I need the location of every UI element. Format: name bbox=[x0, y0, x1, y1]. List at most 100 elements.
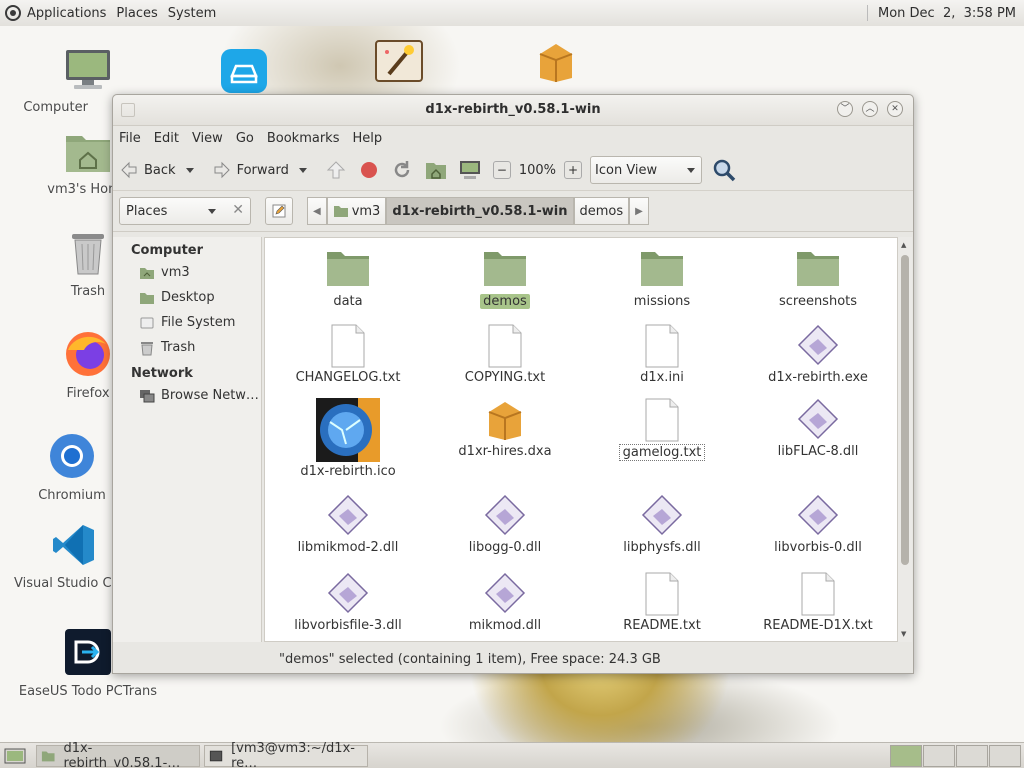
scroll-down-icon[interactable]: ▼ bbox=[901, 630, 906, 638]
file-item[interactable]: README-D1X.txt bbox=[743, 572, 893, 633]
file-item[interactable]: COPYING.txt bbox=[430, 324, 580, 385]
sidebar-item-label: Desktop bbox=[161, 290, 215, 305]
menubar: File Edit View Go Bookmarks Help bbox=[113, 126, 913, 150]
file-item[interactable]: libFLAC-8.dll bbox=[743, 398, 893, 459]
trash-icon bbox=[72, 234, 104, 275]
sidebar-item-trash[interactable]: Trash bbox=[113, 335, 261, 360]
separator bbox=[866, 5, 868, 21]
executable-icon bbox=[743, 324, 893, 368]
file-item[interactable]: d1x-rebirth.exe bbox=[743, 324, 893, 385]
vertical-scrollbar[interactable]: ▲ ▼ bbox=[898, 237, 912, 642]
top-menu: Applications Places System bbox=[0, 0, 231, 26]
workspace-2[interactable] bbox=[923, 745, 955, 767]
trash-icon bbox=[141, 341, 153, 355]
places-dropdown-icon bbox=[208, 209, 216, 214]
show-desktop-icon[interactable] bbox=[4, 747, 26, 765]
package-icon bbox=[539, 44, 573, 82]
reload-icon[interactable] bbox=[391, 159, 413, 181]
file-item[interactable]: gamelog.txt bbox=[587, 398, 737, 461]
file-item[interactable]: d1x-rebirth.ico bbox=[273, 398, 423, 479]
places-select[interactable]: Places ✕ bbox=[119, 197, 251, 225]
task-file-manager[interactable]: d1x-rebirth_v0.58.1-… bbox=[36, 741, 200, 768]
view-mode-select[interactable]: Icon View bbox=[590, 156, 703, 184]
window-titlebar[interactable]: d1x-rebirth_v0.58.1-win ﹀ ︿ ✕ bbox=[113, 95, 913, 126]
stop-icon[interactable] bbox=[359, 160, 379, 180]
sidebar-item-filesystem[interactable]: File System bbox=[113, 310, 261, 335]
desktop-icon-package[interactable] bbox=[496, 40, 616, 92]
desktop-icon-wizard[interactable] bbox=[339, 40, 459, 92]
folder-icon bbox=[41, 751, 55, 762]
file-item[interactable]: CHANGELOG.txt bbox=[273, 324, 423, 385]
sidebar-item-desktop[interactable]: Desktop bbox=[113, 285, 261, 310]
file-item[interactable]: d1x.ini bbox=[587, 324, 737, 385]
applications-menu[interactable]: Applications bbox=[27, 6, 106, 21]
file-label: libphysfs.dll bbox=[623, 540, 701, 555]
clock[interactable]: Mon Dec 2, 3:58 PM bbox=[866, 0, 1024, 26]
file-item[interactable]: screenshots bbox=[743, 248, 893, 309]
zoom-in-button[interactable]: + bbox=[564, 161, 583, 179]
file-label: d1x.ini bbox=[640, 370, 684, 385]
computer-icon bbox=[66, 50, 110, 89]
file-item[interactable]: libvorbisfile-3.dll bbox=[273, 572, 423, 633]
back-button[interactable]: Back bbox=[119, 160, 194, 180]
file-item[interactable]: libogg-0.dll bbox=[430, 494, 580, 555]
file-label: screenshots bbox=[778, 294, 858, 309]
file-item[interactable]: data bbox=[273, 248, 423, 309]
up-arrow-icon[interactable] bbox=[325, 159, 347, 181]
menu-bookmarks[interactable]: Bookmarks bbox=[267, 131, 340, 146]
breadcrumb-current[interactable]: d1x-rebirth_v0.58.1-win bbox=[386, 197, 574, 225]
sidebar-item-vm3[interactable]: vm3 bbox=[113, 260, 261, 285]
distro-logo-icon[interactable] bbox=[5, 5, 21, 21]
desktop-icon-label: Computer bbox=[23, 100, 88, 115]
breadcrumb-vm3[interactable]: vm3 bbox=[326, 197, 387, 225]
file-label: data bbox=[333, 294, 363, 309]
file-item[interactable]: d1xr-hires.dxa bbox=[430, 398, 580, 459]
scrollbar-thumb[interactable] bbox=[901, 255, 909, 565]
workspace-4[interactable] bbox=[989, 745, 1021, 767]
forward-dropdown-icon[interactable] bbox=[298, 167, 307, 173]
file-item[interactable]: missions bbox=[587, 248, 737, 309]
zoom-out-button[interactable]: − bbox=[492, 161, 511, 179]
menu-file[interactable]: File bbox=[119, 131, 141, 146]
sidebar-item-label: File System bbox=[161, 315, 236, 330]
places-label: Places bbox=[126, 203, 168, 219]
back-dropdown-icon[interactable] bbox=[185, 167, 194, 173]
search-icon[interactable] bbox=[712, 158, 736, 182]
drive-icon bbox=[140, 317, 154, 328]
status-bar: "demos" selected (containing 1 item), Fr… bbox=[113, 645, 913, 673]
file-item[interactable]: libmikmod-2.dll bbox=[273, 494, 423, 555]
close-sidebar-icon[interactable]: ✕ bbox=[232, 202, 244, 218]
forward-button[interactable]: Forward bbox=[212, 160, 307, 180]
scroll-up-icon[interactable]: ▲ bbox=[901, 241, 906, 249]
computer-icon[interactable] bbox=[459, 160, 481, 180]
menu-view[interactable]: View bbox=[192, 131, 223, 146]
executable-icon bbox=[273, 572, 423, 616]
breadcrumb-scroll-right[interactable]: ▶ bbox=[629, 197, 649, 225]
file-item[interactable]: libvorbis-0.dll bbox=[743, 494, 893, 555]
places-menu[interactable]: Places bbox=[116, 6, 157, 21]
system-menu[interactable]: System bbox=[168, 6, 216, 21]
workspace-3[interactable] bbox=[956, 745, 988, 767]
task-terminal[interactable]: [vm3@vm3:~/d1x-re… bbox=[204, 741, 368, 768]
edit-location-button[interactable] bbox=[265, 197, 293, 225]
close-button[interactable]: ✕ bbox=[887, 101, 903, 117]
sidebar-item-network[interactable]: Browse Netw… bbox=[113, 383, 261, 408]
file-label: gamelog.txt bbox=[618, 444, 706, 461]
file-item[interactable]: mikmod.dll bbox=[430, 572, 580, 633]
menu-edit[interactable]: Edit bbox=[154, 131, 179, 146]
workspace-1[interactable] bbox=[890, 745, 922, 767]
file-item[interactable]: libphysfs.dll bbox=[587, 494, 737, 555]
menu-help[interactable]: Help bbox=[352, 131, 382, 146]
file-item[interactable]: README.txt bbox=[587, 572, 737, 633]
file-label: CHANGELOG.txt bbox=[295, 370, 401, 385]
breadcrumb-demos[interactable]: demos bbox=[573, 197, 630, 225]
executable-icon bbox=[273, 494, 423, 538]
home-icon[interactable] bbox=[425, 160, 447, 180]
breadcrumb-label: vm3 bbox=[351, 203, 381, 219]
file-label: README.txt bbox=[623, 618, 701, 633]
breadcrumb-scroll-left[interactable]: ◀ bbox=[307, 197, 327, 225]
menu-go[interactable]: Go bbox=[236, 131, 254, 146]
minimize-button[interactable]: ﹀ bbox=[837, 101, 853, 117]
maximize-button[interactable]: ︿ bbox=[862, 101, 878, 117]
file-item[interactable]: demos bbox=[430, 248, 580, 309]
